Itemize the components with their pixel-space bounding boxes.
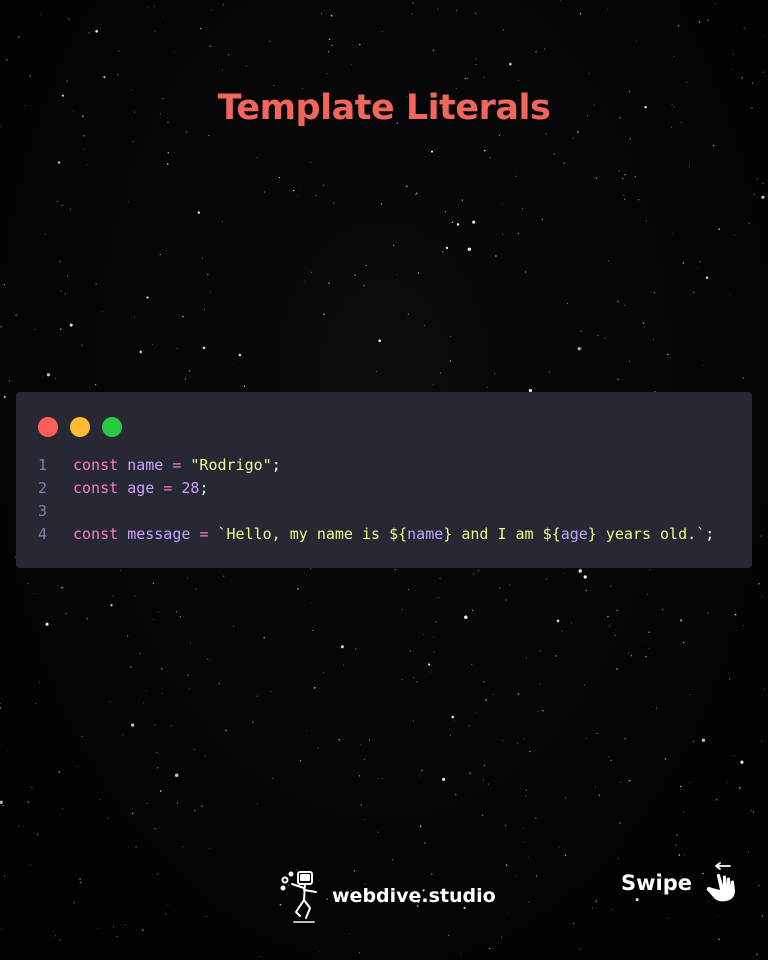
code-line: 1 const name = "Rodrigo"; [38, 454, 714, 477]
swipe-hand-icon [706, 862, 735, 902]
code-token: "Rodrigo" [190, 456, 272, 474]
code-token: const [73, 479, 119, 497]
window-controls [38, 417, 122, 437]
astronaut-juggler-icon [280, 871, 317, 923]
code-line: 2 const age = 28; [38, 477, 714, 500]
code-token: age [127, 479, 155, 497]
code-window: 1 const name = "Rodrigo"; 2 const age = 28;… [16, 392, 752, 568]
slide: Template Literals 1 const name = "Rodrigo… [0, 0, 768, 960]
code-token: const [73, 456, 119, 474]
line-number: 1 [38, 456, 48, 474]
code-token: ; [199, 479, 209, 497]
code-token: message [127, 525, 191, 543]
code-block: 1 const name = "Rodrigo"; 2 const age = 28;… [38, 454, 714, 546]
code-token: } years old.` [587, 525, 706, 543]
line-number: 4 [38, 525, 48, 543]
code-token: name [127, 456, 164, 474]
code-token: 28 [181, 479, 200, 497]
code-token: } and I am ${ [443, 525, 561, 543]
minimize-dot-icon [70, 417, 90, 437]
code-token: = [163, 479, 173, 497]
code-line: 4 const message = `Hello, my name is ${na… [38, 523, 714, 546]
swipe-label: Swipe [621, 871, 692, 895]
code-token: name [407, 525, 444, 543]
code-token: age [560, 525, 588, 543]
line-number: 2 [38, 479, 48, 497]
code-line: 3 [38, 500, 714, 523]
line-number: 3 [38, 502, 48, 520]
code-token: const [73, 525, 119, 543]
code-token: `Hello, my name is ${ [217, 525, 408, 543]
brand-name: webdive.studio [332, 885, 496, 907]
code-token: ; [271, 456, 281, 474]
code-token: ; [705, 525, 715, 543]
page-title: Template Literals [217, 88, 551, 128]
swipe-hint: Swipe [621, 862, 738, 904]
close-dot-icon [38, 417, 58, 437]
maximize-dot-icon [102, 417, 122, 437]
brand: webdive.studio [278, 866, 496, 926]
